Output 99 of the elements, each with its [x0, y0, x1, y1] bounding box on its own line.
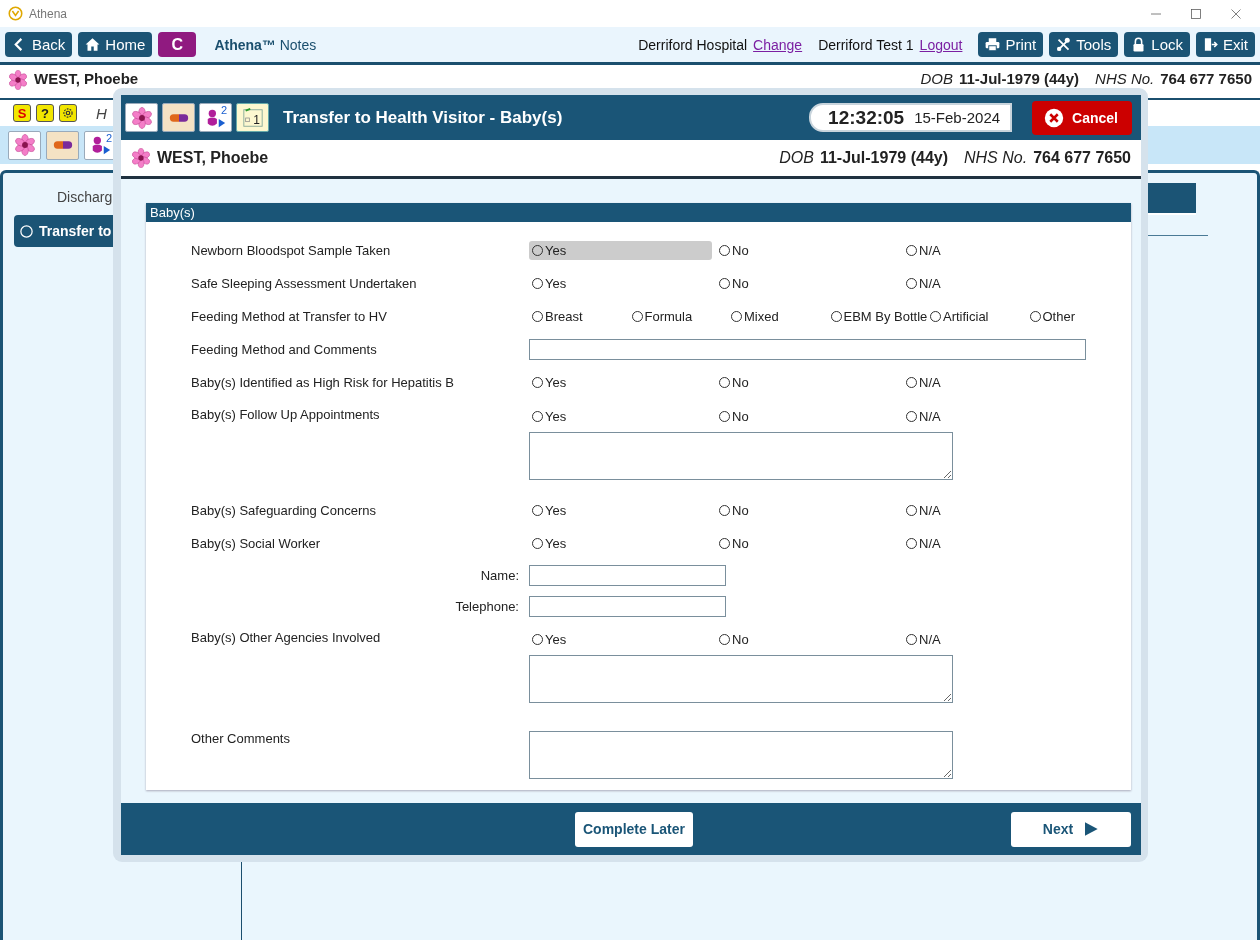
notes-field[interactable] — [529, 655, 953, 703]
flower-icon — [8, 70, 28, 90]
radio-option[interactable]: Yes — [529, 241, 712, 260]
badge-count: 1 — [253, 113, 260, 127]
radio-option[interactable]: N/A — [903, 501, 1090, 520]
exit-button[interactable]: Exit — [1196, 32, 1255, 57]
radio-option[interactable]: N/A — [903, 534, 1090, 553]
radio-option[interactable]: Yes — [529, 407, 716, 426]
cancel-button[interactable]: Cancel — [1032, 100, 1132, 135]
notes-field[interactable] — [529, 432, 953, 480]
field-label: Feeding Method at Transfer to HV — [191, 309, 388, 324]
field-label: Other Comments — [191, 731, 291, 746]
module-button[interactable]: C — [158, 32, 197, 57]
nhs-number: 764 677 7650 — [1033, 149, 1131, 167]
radio-option[interactable]: N/A — [903, 407, 1090, 426]
dob-label: DOB — [779, 149, 814, 167]
radio-option[interactable]: N/A — [903, 373, 1090, 392]
text-field[interactable] — [529, 339, 1086, 360]
dob-value: 11-Jul-1979 (44y) — [958, 70, 1080, 87]
field-label: Safe Sleeping Assessment Undertaken — [191, 276, 418, 291]
radio-option[interactable]: Yes — [529, 534, 716, 553]
radio-icon — [19, 223, 34, 239]
patient-name: WEST, Phoebe — [157, 149, 269, 167]
radio-option[interactable]: N/A — [903, 274, 1090, 293]
alert-text: H — [96, 104, 108, 122]
radio-option[interactable]: N/A — [903, 630, 1090, 649]
home-icon — [85, 37, 101, 52]
back-button[interactable]: Back — [5, 32, 73, 57]
radio-option[interactable]: No — [716, 373, 903, 392]
field-label: Baby(s) Safeguarding Concerns — [191, 503, 377, 518]
radio-option[interactable]: Artificial — [927, 307, 1027, 326]
text-field[interactable] — [529, 596, 726, 617]
hospital-name: Derriford Hospital — [638, 36, 748, 53]
radio-option[interactable]: Formula — [628, 307, 728, 326]
time-text: 12:32:05 — [828, 106, 905, 129]
date-text: 15-Feb-2024 — [914, 109, 1001, 126]
dob-value: 11-Jul-1979 (44y) — [819, 149, 948, 167]
field-label: Feeding Method and Comments — [191, 342, 378, 357]
complete-later-button[interactable]: Complete Later — [575, 811, 693, 847]
logout-link[interactable]: Logout — [919, 36, 963, 53]
window-title: Athena — [29, 6, 68, 21]
radio-option[interactable]: N/A — [903, 241, 1090, 260]
radio-option[interactable]: EBM By Bottle — [827, 307, 927, 326]
dob-label: DOB — [920, 70, 953, 87]
flower-icon — [131, 148, 151, 168]
app-logo-icon — [8, 6, 23, 21]
maximize-icon — [1190, 7, 1202, 20]
field-label: Telephone: — [454, 599, 520, 614]
alert-icon[interactable]: S — [13, 104, 31, 122]
radio-option[interactable]: Yes — [529, 630, 716, 649]
radio-option[interactable]: Mixed — [728, 307, 828, 326]
patient-name: WEST, Phoebe — [34, 70, 139, 87]
exit-icon — [1203, 37, 1218, 52]
printer-icon — [985, 37, 1001, 52]
panel-heading: Discharg — [57, 189, 114, 205]
radio-option[interactable]: Yes — [529, 274, 716, 293]
badge-count: 2 — [105, 131, 112, 144]
radio-option[interactable]: No — [716, 630, 903, 649]
flower-icon — [129, 106, 154, 129]
next-button[interactable]: Next — [1011, 811, 1131, 847]
field-label: Baby(s) Identified as High Risk for Hepatitis B — [191, 375, 455, 390]
nhs-label: NHS No. — [1095, 70, 1155, 87]
settings-icon[interactable] — [59, 104, 77, 122]
radio-option[interactable]: Breast — [529, 307, 629, 326]
radio-option[interactable]: Yes — [529, 373, 716, 392]
close-icon — [1230, 7, 1242, 20]
field-label: Name: — [479, 568, 520, 583]
change-link[interactable]: Change — [753, 36, 803, 53]
lock-button[interactable]: Lock — [1124, 32, 1190, 57]
field-label: Baby(s) Follow Up Appointments — [191, 407, 381, 422]
lock-icon — [1131, 37, 1147, 52]
nhs-number: 764 677 7650 — [1160, 70, 1252, 87]
print-button[interactable]: Print — [978, 32, 1044, 57]
comments-field[interactable] — [529, 731, 953, 779]
dialog-title: Transfer to Health Visitor - Baby(s) — [283, 107, 563, 128]
play-arrow-icon — [1083, 821, 1100, 837]
section-header: Baby(s) — [146, 203, 1131, 222]
user-name: Derriford Test 1 — [818, 36, 914, 53]
text-field[interactable] — [529, 565, 726, 586]
tools-button[interactable]: Tools — [1049, 32, 1119, 57]
badge-count: 2 — [220, 104, 227, 116]
field-label: Baby(s) Other Agencies Involved — [191, 630, 382, 645]
flower-icon — [12, 134, 37, 156]
radio-option[interactable]: No — [716, 407, 903, 426]
help-icon[interactable]: ? — [36, 104, 54, 122]
nhs-label: NHS No. — [964, 149, 1028, 167]
app-title: Athena™ Notes — [214, 36, 317, 53]
calendar-icon — [240, 106, 265, 129]
home-button[interactable]: Home — [78, 32, 153, 57]
field-label: Baby(s) Social Worker — [191, 536, 322, 551]
radio-option[interactable]: Yes — [529, 501, 716, 520]
close-circle-icon — [1044, 107, 1065, 128]
radio-option[interactable]: No — [716, 534, 903, 553]
radio-option[interactable]: No — [716, 501, 903, 520]
radio-option[interactable]: No — [716, 274, 903, 293]
radio-option[interactable]: Other — [1026, 307, 1126, 326]
tools-icon — [1056, 37, 1072, 52]
field-label: Newborn Bloodspot Sample Taken — [191, 243, 392, 258]
radio-option[interactable]: No — [716, 241, 903, 260]
